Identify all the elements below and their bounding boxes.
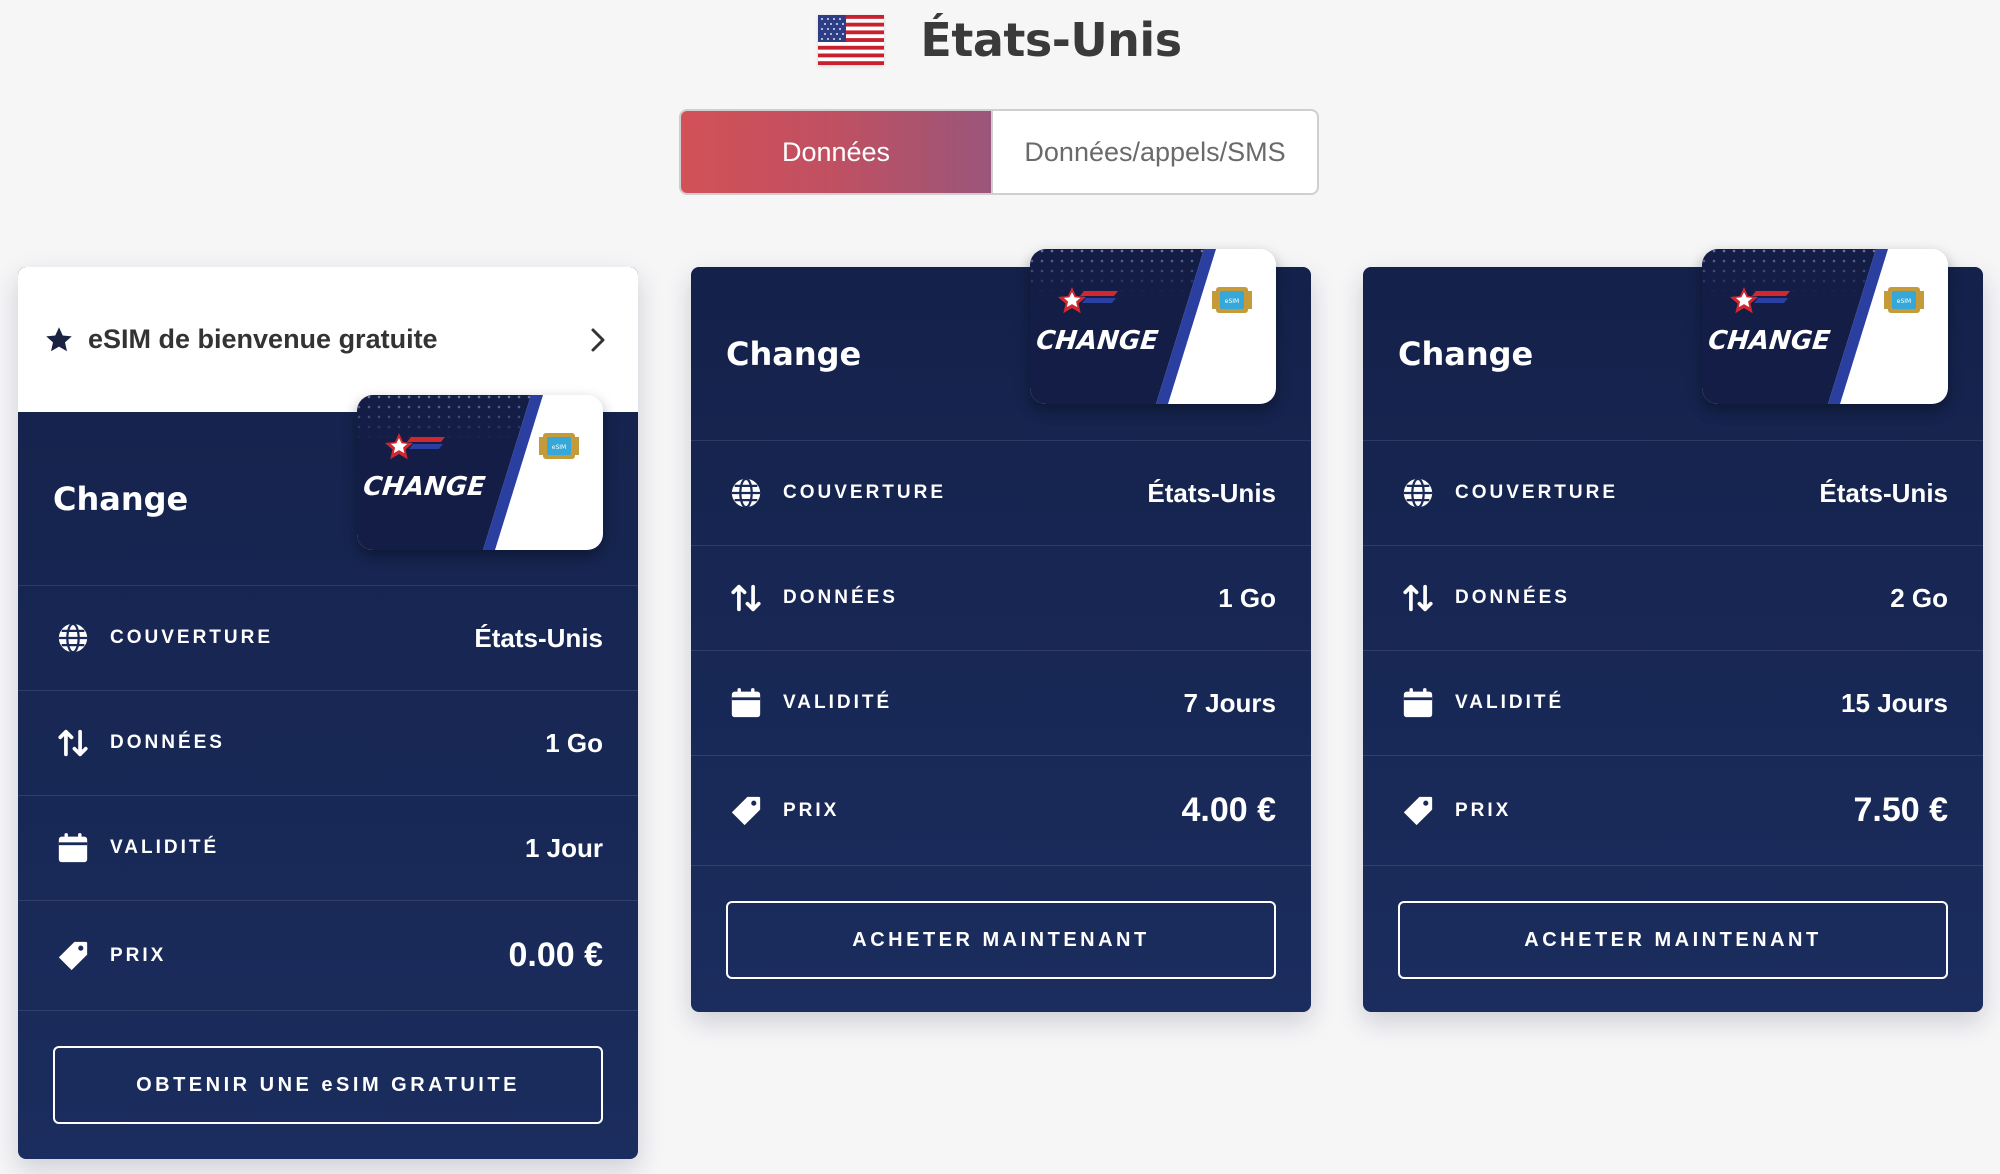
plan-header: Change CHANGE eSIM: [691, 249, 1311, 440]
globe-icon: [731, 477, 761, 509]
coverage-row: COUVERTURE États-Unis: [18, 585, 638, 690]
calendar-icon: [1403, 688, 1433, 718]
svg-text:CHANGE: CHANGE: [1707, 326, 1832, 356]
plan-name: Change: [1398, 334, 1534, 373]
tab-data[interactable]: Données: [681, 111, 991, 193]
validity-value: 1 Jour: [524, 832, 603, 863]
calendar-icon: [731, 688, 761, 718]
validity-value: 15 Jours: [1841, 687, 1948, 718]
validity-row: VALIDITÉ 7 Jours: [691, 650, 1311, 755]
validity-label: VALIDITÉ: [783, 692, 893, 713]
price-tag-icon: [1403, 796, 1433, 825]
plan-card-free: eSIM de bienvenue gratuite Change CHANGE…: [18, 267, 638, 1159]
svg-text:eSIM: eSIM: [1897, 298, 1911, 305]
coverage-row: COUVERTURE États-Unis: [1363, 440, 1983, 545]
price-row: PRIX 7.50 €: [1363, 755, 1983, 865]
chevron-right-icon: [591, 328, 605, 351]
validity-row: VALIDITÉ 1 Jour: [18, 795, 638, 900]
page-title: États-Unis: [920, 13, 1182, 67]
price-value: 4.00 €: [1181, 791, 1276, 829]
price-row: PRIX 0.00 €: [18, 900, 638, 1010]
data-row: DONNÉES 1 Go: [18, 690, 638, 795]
buy-now-button[interactable]: ACHETER MAINTENANT: [1398, 901, 1948, 979]
data-transfer-icon: [1403, 584, 1433, 612]
plan-name: Change: [726, 334, 862, 373]
card-actions: ACHETER MAINTENANT: [691, 865, 1311, 979]
price-label: PRIX: [110, 944, 167, 966]
plan-header: Change CHANGE eSIM: [1363, 249, 1983, 440]
data-value: 1 Go: [545, 727, 603, 758]
coverage-label: COUVERTURE: [110, 627, 274, 648]
data-row: DONNÉES 2 Go: [1363, 545, 1983, 650]
price-label: PRIX: [1455, 799, 1512, 821]
svg-text:eSIM: eSIM: [552, 444, 566, 451]
coverage-value: États-Unis: [474, 622, 603, 653]
plan-card-15-days: Change CHANGE eSIM COUVERTURE États-Unis…: [1363, 249, 1983, 1012]
coverage-value: États-Unis: [1147, 477, 1276, 508]
data-transfer-icon: [731, 584, 761, 612]
plan-type-toggle: Données Données/appels/SMS: [679, 109, 1319, 195]
validity-row: VALIDITÉ 15 Jours: [1363, 650, 1983, 755]
svg-text:eSIM: eSIM: [1225, 298, 1239, 305]
page-header: États-Unis: [0, 0, 2000, 80]
welcome-esim-banner[interactable]: eSIM de bienvenue gratuite: [18, 267, 638, 412]
coverage-label: COUVERTURE: [783, 482, 947, 503]
calendar-icon: [58, 833, 88, 863]
price-tag-icon: [58, 941, 88, 970]
price-label: PRIX: [783, 799, 840, 821]
sim-card-image: CHANGE eSIM: [1702, 249, 1948, 404]
card-actions: ACHETER MAINTENANT: [1363, 865, 1983, 979]
price-row: PRIX 4.00 €: [691, 755, 1311, 865]
buy-now-button[interactable]: ACHETER MAINTENANT: [726, 901, 1276, 979]
coverage-label: COUVERTURE: [1455, 482, 1619, 503]
globe-icon: [1403, 477, 1433, 509]
us-flag-icon: [818, 15, 885, 65]
sim-card-image: CHANGE eSIM: [357, 395, 603, 550]
tab-data-calls-sms[interactable]: Données/appels/SMS: [991, 111, 1317, 193]
validity-value: 7 Jours: [1183, 687, 1277, 718]
validity-label: VALIDITÉ: [110, 837, 220, 858]
data-label: DONNÉES: [783, 587, 898, 608]
data-value: 1 Go: [1218, 582, 1276, 613]
data-transfer-icon: [58, 729, 88, 757]
sim-card-image: CHANGE eSIM: [1030, 249, 1276, 404]
welcome-banner-text: eSIM de bienvenue gratuite: [88, 324, 438, 354]
coverage-value: États-Unis: [1819, 477, 1948, 508]
price-tag-icon: [731, 796, 761, 825]
coverage-row: COUVERTURE États-Unis: [691, 440, 1311, 545]
data-label: DONNÉES: [1455, 587, 1570, 608]
plan-name: Change: [53, 479, 189, 518]
get-free-esim-button[interactable]: OBTENIR UNE eSIM GRATUITE: [53, 1046, 603, 1124]
data-row: DONNÉES 1 Go: [691, 545, 1311, 650]
svg-text:CHANGE: CHANGE: [362, 472, 487, 502]
plan-card-7-days: Change CHANGE eSIM COUVERTURE États-Unis…: [691, 249, 1311, 1012]
validity-label: VALIDITÉ: [1455, 692, 1565, 713]
data-label: DONNÉES: [110, 732, 225, 753]
price-value: 7.50 €: [1853, 791, 1948, 829]
star-icon: [46, 326, 72, 351]
plan-header: Change CHANGE eSIM: [18, 395, 638, 585]
svg-text:CHANGE: CHANGE: [1035, 326, 1160, 356]
data-value: 2 Go: [1890, 582, 1948, 613]
globe-icon: [58, 622, 88, 654]
price-value: 0.00 €: [508, 936, 603, 974]
card-actions: OBTENIR UNE eSIM GRATUITE: [18, 1010, 638, 1124]
